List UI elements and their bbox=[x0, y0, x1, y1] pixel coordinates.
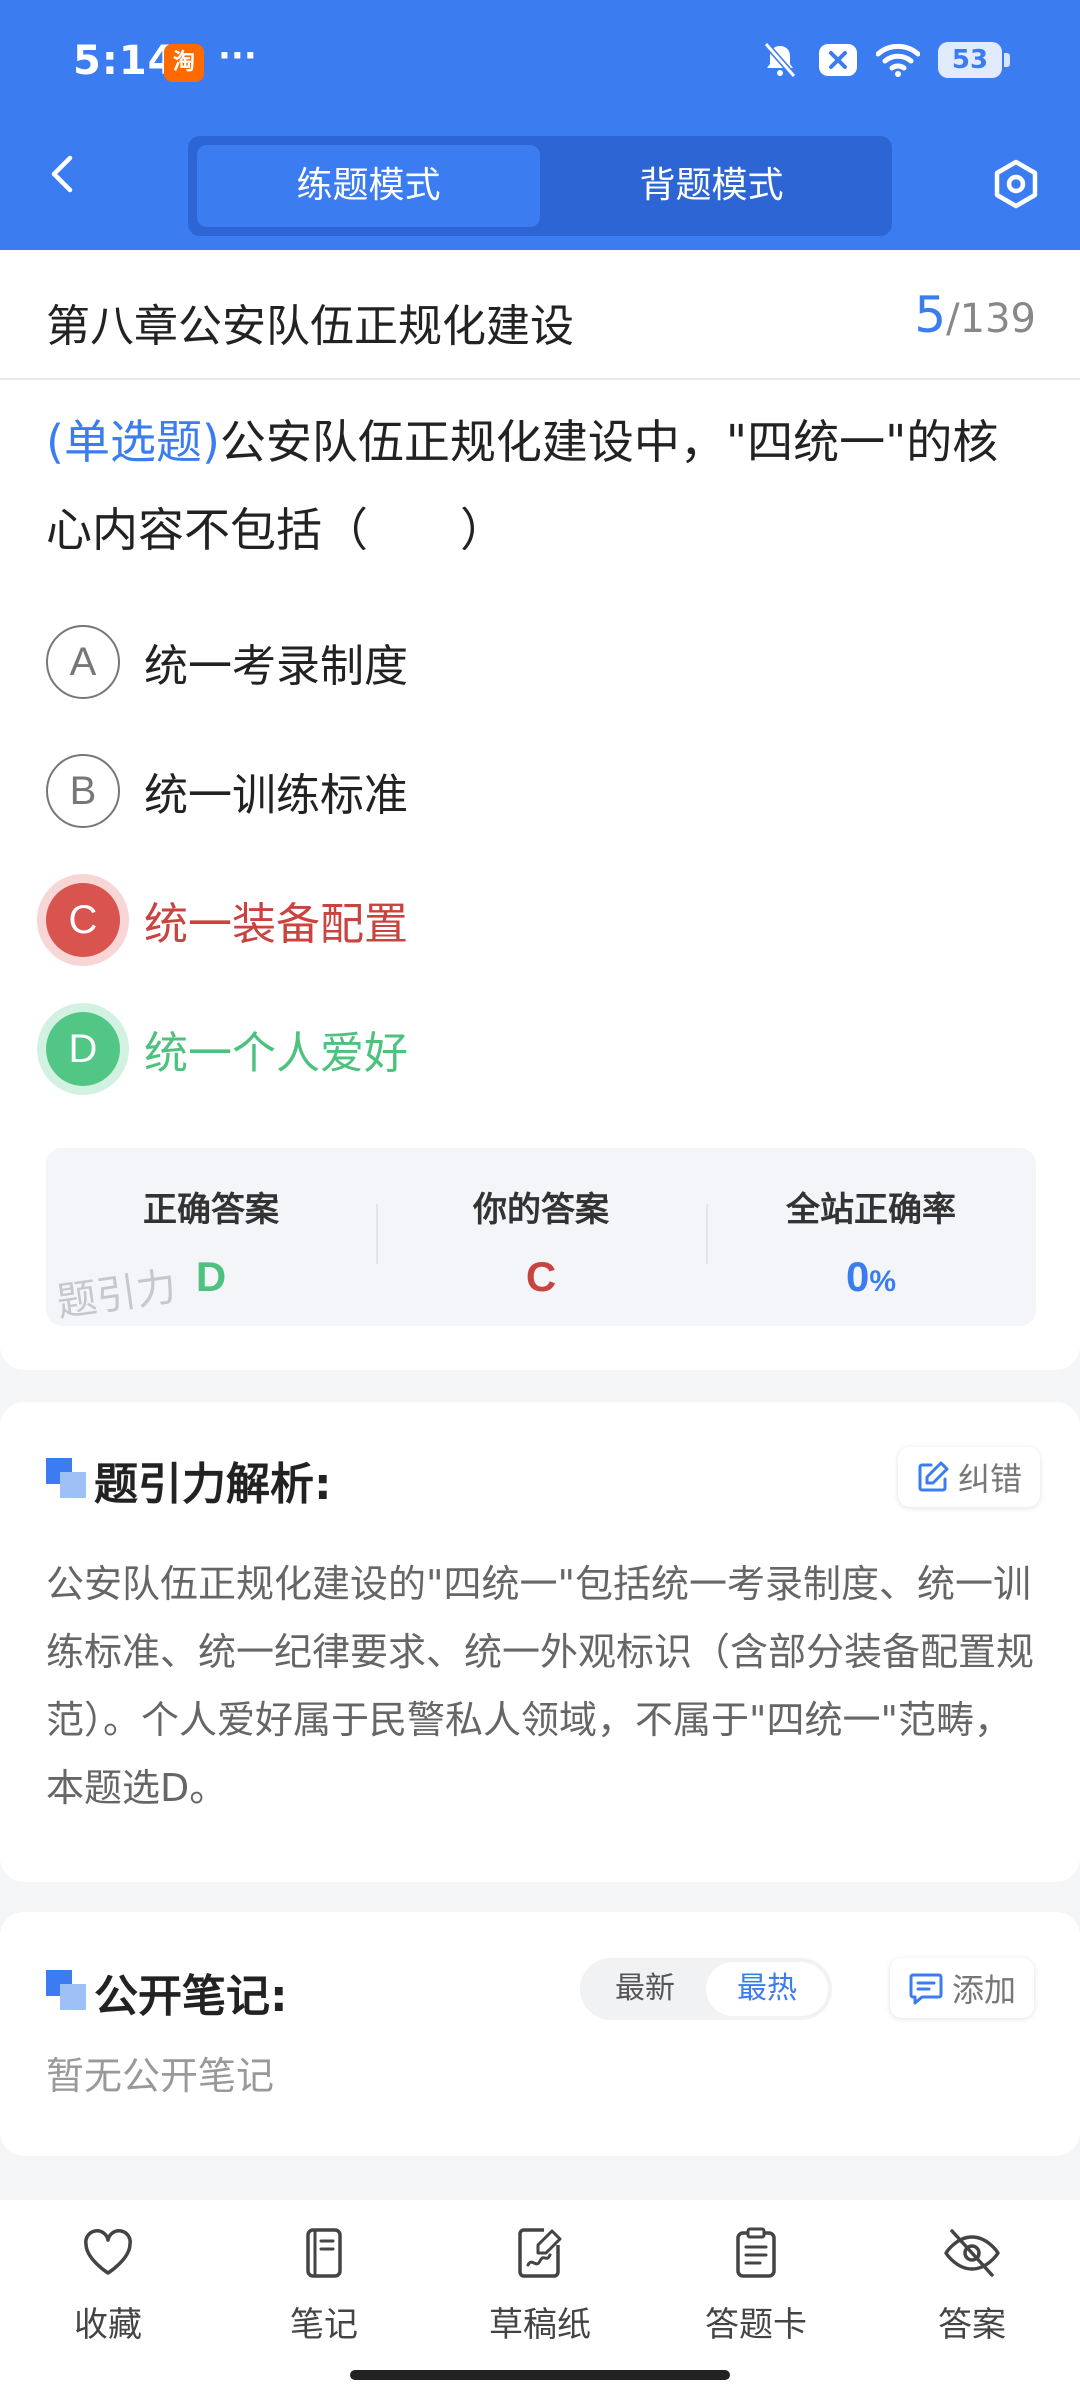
option-c-key: C bbox=[46, 883, 120, 957]
question-counter: 5/139 bbox=[914, 286, 1036, 344]
chapter-title: 第八章公安队伍正规化建设 bbox=[46, 301, 574, 352]
your-answer-block: 你的答案 C bbox=[376, 1148, 706, 1326]
question-type: (单选题) bbox=[46, 415, 220, 469]
nav-answer-sheet-label: 答题卡 bbox=[705, 2305, 807, 2345]
bell-off-icon bbox=[763, 42, 797, 78]
status-bar: 5:14 淘 ··· 53 bbox=[0, 0, 1080, 125]
add-note-button[interactable]: 添加 bbox=[890, 1958, 1035, 2018]
report-error-button[interactable]: 纠错 bbox=[898, 1447, 1041, 1507]
more-notifications-icon: ··· bbox=[218, 36, 257, 76]
nav-show-answer[interactable]: 答案 bbox=[892, 2225, 1052, 2346]
nav-favorite-label: 收藏 bbox=[74, 2305, 142, 2345]
question-stem: (单选题)公安队伍正规化建设中，"四统一"的核心内容不包括（ ） bbox=[46, 398, 1036, 574]
total-question-count: /139 bbox=[946, 296, 1036, 342]
sort-latest[interactable]: 最新 bbox=[584, 1962, 706, 2016]
nav-answer-sheet[interactable]: 答题卡 bbox=[676, 2225, 836, 2346]
current-question-number: 5 bbox=[914, 286, 947, 344]
status-time: 5:14 bbox=[73, 38, 177, 84]
tab-practice-mode[interactable]: 练题模式 bbox=[197, 145, 540, 227]
answer-summary: 正确答案 D 你的答案 C 全站正确率 0% bbox=[46, 1148, 1036, 1326]
nav-show-answer-label: 答案 bbox=[938, 2305, 1006, 2345]
report-error-label: 纠错 bbox=[958, 1460, 1023, 1498]
mode-switch: 练题模式 背题模式 bbox=[188, 136, 892, 236]
notebook-icon bbox=[306, 2228, 342, 2278]
option-b-key: B bbox=[46, 754, 120, 828]
accuracy-number: 0 bbox=[845, 1253, 870, 1300]
add-note-label: 添加 bbox=[952, 1971, 1017, 2009]
heart-icon bbox=[84, 2229, 132, 2275]
accuracy-label: 全站正确率 bbox=[786, 1190, 956, 1230]
app-close-icon bbox=[819, 44, 857, 76]
your-answer-label: 你的答案 bbox=[473, 1190, 609, 1230]
option-b-text: 统一训练标准 bbox=[144, 770, 408, 821]
nav-notes-label: 笔记 bbox=[290, 2305, 358, 2345]
option-c[interactable]: C 统一装备配置 bbox=[46, 882, 408, 958]
notes-title: 公开笔记: bbox=[94, 1971, 288, 2022]
notes-card bbox=[0, 1912, 1080, 2156]
option-a[interactable]: A 统一考录制度 bbox=[46, 624, 408, 700]
divider bbox=[0, 378, 1080, 380]
accuracy-unit: % bbox=[869, 1265, 897, 1298]
option-a-key: A bbox=[46, 625, 120, 699]
correct-answer-label: 正确答案 bbox=[143, 1190, 279, 1230]
nav-favorite[interactable]: 收藏 bbox=[28, 2225, 188, 2346]
option-d[interactable]: D 统一个人爱好 bbox=[46, 1011, 408, 1087]
analysis-title: 题引力解析: bbox=[94, 1459, 332, 1510]
accuracy-block: 全站正确率 0% bbox=[706, 1148, 1036, 1326]
sort-hottest[interactable]: 最热 bbox=[706, 1962, 828, 2016]
edit-icon bbox=[918, 1461, 949, 1492]
settings-icon[interactable] bbox=[990, 158, 1042, 210]
status-icons: 53 bbox=[760, 40, 1010, 80]
back-button[interactable] bbox=[40, 150, 88, 198]
header: 5:14 淘 ··· 53 练题模式 背题模式 bbox=[0, 0, 1080, 250]
option-c-text: 统一装备配置 bbox=[144, 899, 408, 950]
option-b[interactable]: B 统一训练标准 bbox=[46, 753, 408, 829]
accuracy-value: 0% bbox=[706, 1253, 1036, 1301]
tab-memorize-mode[interactable]: 背题模式 bbox=[540, 145, 883, 227]
analysis-text: 公安队伍正规化建设的"四统一"包括统一考录制度、统一训练标准、统一纪律要求、统一… bbox=[46, 1562, 1035, 1810]
option-a-text: 统一考录制度 bbox=[144, 641, 408, 692]
notes-sort-switch: 最新 最热 bbox=[580, 1958, 832, 2020]
comment-icon bbox=[909, 1973, 943, 2005]
analysis-section-icon bbox=[46, 1458, 86, 1498]
nav-draft-paper-label: 草稿纸 bbox=[489, 2305, 591, 2345]
taobao-notification-icon: 淘 bbox=[164, 44, 204, 82]
wifi-icon bbox=[876, 43, 920, 77]
option-d-key: D bbox=[46, 1012, 120, 1086]
nav-notes[interactable]: 笔记 bbox=[244, 2225, 404, 2346]
notes-empty-text: 暂无公开笔记 bbox=[46, 2054, 275, 2098]
answer-sheet-icon bbox=[736, 2227, 776, 2278]
home-indicator[interactable] bbox=[350, 2370, 730, 2380]
draft-paper-icon bbox=[518, 2228, 562, 2278]
option-d-text: 统一个人爱好 bbox=[144, 1028, 408, 1079]
eye-off-icon bbox=[944, 2229, 1000, 2277]
your-answer-value: C bbox=[525, 1253, 557, 1300]
notes-section-icon bbox=[46, 1970, 86, 2010]
battery-indicator: 53 bbox=[938, 42, 1010, 78]
nav-draft-paper[interactable]: 草稿纸 bbox=[460, 2225, 620, 2346]
